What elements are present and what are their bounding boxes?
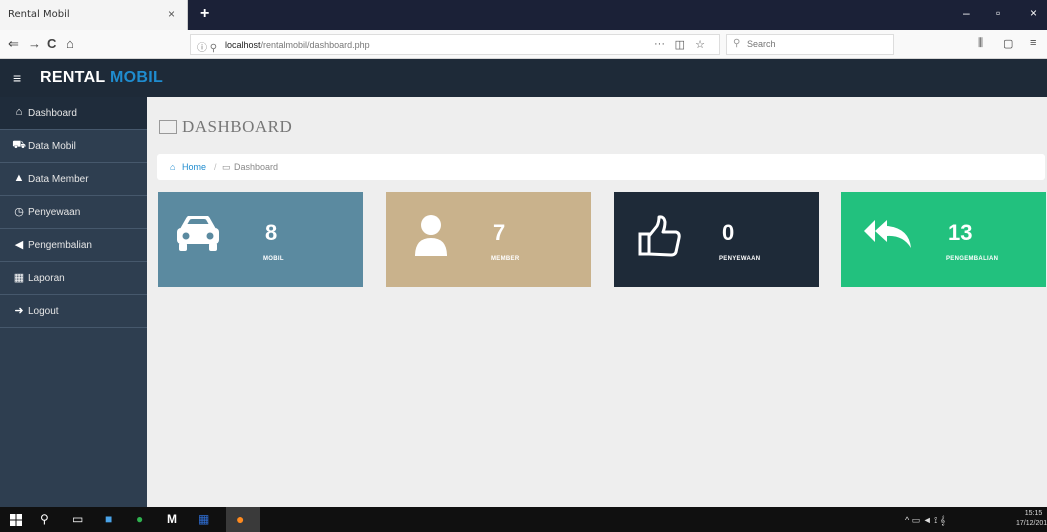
sidebar-item-label: Data Mobil (28, 141, 76, 152)
browser-tab[interactable]: Rental Mobil × (0, 0, 188, 30)
forward-icon[interactable]: → (28, 36, 41, 51)
stat-value: 7 (493, 220, 506, 245)
restore-icon[interactable]: ▫ (996, 6, 1000, 20)
sidebar: ⌂ Dashboard ⛟ Data Mobil ▲ Data Member ◷… (0, 97, 147, 507)
sidebar-item-data-mobil[interactable]: ⛟ Data Mobil (0, 130, 147, 163)
clock-date: 17/12/2019 (1016, 520, 1047, 527)
sidebar-item-pengembalian[interactable]: ◀ Pengembalian (0, 229, 147, 262)
browser-menu-icon[interactable]: ≡ (1030, 37, 1036, 49)
site-info-icon[interactable]: ⓘ ⚲ (197, 39, 217, 54)
hamburger-menu-icon[interactable]: ≡ (13, 70, 21, 86)
back-icon[interactable]: ⇐ (8, 36, 19, 52)
url-text[interactable]: localhost/rentalmobil/dashboard.php (225, 40, 370, 50)
close-window-icon[interactable]: × (1030, 6, 1037, 20)
sidebar-item-label: Dashboard (28, 108, 77, 119)
reload-icon[interactable]: C (47, 36, 56, 51)
stat-value: 8 (265, 220, 278, 245)
gmail-icon[interactable]: M (167, 512, 177, 526)
firefox-icon: ● (236, 511, 245, 527)
tab-close-icon[interactable]: × (168, 7, 175, 21)
brand-logo[interactable]: RENTAL MOBIL (40, 69, 163, 87)
stat-label: PENGEMBALIAN (946, 256, 999, 262)
url-bar[interactable]: ⓘ ⚲ localhost/rentalmobil/dashboard.php … (190, 34, 720, 55)
windows-taskbar: ⚲ ▭ ■ ● M ▦ ● ^ ▭ ◄ ⟟ 𝄞 15:15 17/12/2019 (0, 507, 1047, 532)
system-tray[interactable]: ^ ▭ ◄ ⟟ 𝄞 (905, 515, 945, 526)
file-explorer-icon[interactable]: ■ (105, 512, 112, 526)
sidebar-item-label: Data Member (28, 174, 89, 185)
breadcrumb-current: Dashboard (234, 162, 279, 172)
sidebar-item-logout[interactable]: ➜ Logout (0, 295, 147, 328)
tab-title: Rental Mobil (8, 9, 70, 20)
user-icon (415, 215, 447, 256)
sidebar-item-laporan[interactable]: ▦ Laporan (0, 262, 147, 295)
sidebar-item-data-member[interactable]: ▲ Data Member (0, 163, 147, 196)
stat-label: MEMBER (491, 256, 520, 262)
user-icon: ▲ (13, 172, 25, 184)
home-icon[interactable]: ⌂ (66, 36, 74, 51)
minimize-icon[interactable]: – (963, 6, 970, 20)
sidebar-item-penyewaan[interactable]: ◷ Penyewaan (0, 196, 147, 229)
stat-card-member[interactable]: 7 MEMBER (386, 192, 591, 287)
library-icon[interactable]: ⫼ (978, 37, 983, 50)
stat-value: 0 (722, 220, 735, 245)
new-tab-button[interactable]: + (200, 5, 209, 23)
reply-icon: ◀ (14, 239, 24, 251)
chrome-icon[interactable]: ● (136, 512, 143, 526)
reply-all-icon (864, 220, 911, 248)
bookmark-star-icon[interactable]: ☆ (695, 38, 705, 51)
sidebar-item-label: Penyewaan (28, 207, 81, 218)
search-input[interactable] (747, 39, 887, 49)
laptop-icon: ▭ (222, 162, 231, 172)
brand-text-mobil: MOBIL (109, 69, 164, 86)
pocket-icon[interactable]: ◫ (675, 38, 685, 51)
sidebar-item-label: Laporan (28, 273, 65, 284)
taskbar-search-icon[interactable]: ⚲ (40, 512, 49, 526)
stat-label: PENYEWAAN (719, 256, 761, 262)
stat-card-pengembalian[interactable]: 13 PENGEMBALIAN (841, 192, 1046, 287)
page-actions-icon[interactable]: ··· (654, 38, 665, 50)
car-icon: ⛟ (12, 139, 26, 151)
url-path: /rentalmobil/dashboard.php (260, 40, 370, 50)
sidebar-toggle-icon[interactable]: ▢ (1003, 37, 1013, 50)
stat-card-penyewaan[interactable]: 0 PENYEWAAN (614, 192, 819, 287)
stat-card-mobil[interactable]: 8 MOBIL (158, 192, 363, 287)
sidebar-item-dashboard[interactable]: ⌂ Dashboard (0, 97, 147, 130)
browser-nav-bar: ⇐ → C ⌂ ⓘ ⚲ localhost/rentalmobil/dashbo… (0, 30, 1047, 59)
breadcrumb: ⌂ Home / ▭ Dashboard (157, 154, 1045, 180)
sidebar-item-label: Pengembalian (28, 240, 92, 251)
logout-icon: ➜ (14, 305, 24, 317)
sidebar-item-label: Logout (28, 306, 59, 317)
stat-value: 13 (948, 220, 973, 245)
taskbar-clock[interactable]: 15:15 17/12/2019 (1016, 509, 1047, 529)
task-view-icon[interactable]: ▭ (72, 512, 83, 526)
breadcrumb-home-link[interactable]: Home (182, 162, 206, 172)
word-icon[interactable]: ▦ (198, 512, 209, 526)
thumbs-up-icon (638, 215, 681, 257)
search-icon: ⚲ (733, 38, 741, 49)
stat-label: MOBIL (263, 256, 284, 262)
car-icon (177, 216, 219, 251)
clock-time: 15:15 (1024, 510, 1043, 517)
url-host: localhost (225, 40, 261, 50)
search-bar[interactable]: ⚲ (726, 34, 894, 55)
clock-icon: ◷ (14, 206, 24, 218)
laptop-icon (159, 120, 177, 134)
page-title: DASHBOARD (182, 117, 293, 136)
firefox-taskbar-button[interactable]: ● (226, 507, 260, 532)
windows-start-icon[interactable] (10, 514, 22, 526)
report-icon: ▦ (13, 272, 25, 284)
browser-tab-bar: Rental Mobil × + – ▫ × (0, 0, 1047, 30)
home-icon: ⌂ (170, 162, 176, 172)
app-header: ≡ RENTAL MOBIL (0, 59, 1047, 97)
breadcrumb-separator: / (214, 162, 217, 172)
brand-text-rental: RENTAL (40, 69, 106, 86)
dashboard-icon: ⌂ (15, 106, 23, 118)
